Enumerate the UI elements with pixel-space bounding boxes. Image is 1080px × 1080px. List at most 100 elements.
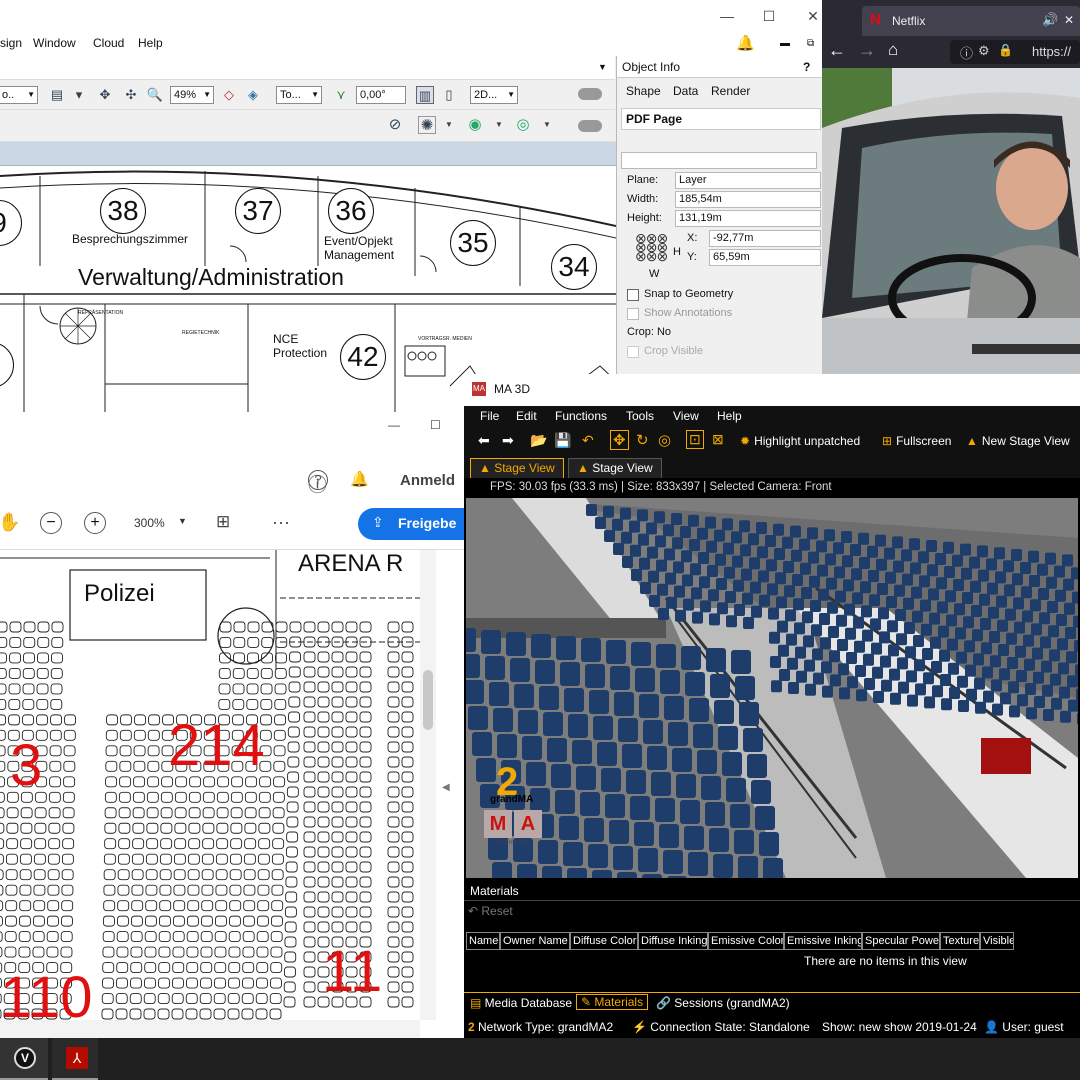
y-field[interactable]: 65,59m [709, 249, 821, 266]
class-field[interactable] [621, 132, 821, 152]
tab-media-database[interactable]: ▤ Media Database [470, 996, 572, 1010]
speaker-icon[interactable]: 🔊 [1042, 12, 1058, 28]
snap-checkbox[interactable] [627, 289, 639, 301]
fullscreen-button[interactable]: ⊞ Fullscreen [882, 434, 951, 448]
zoom-out-icon[interactable]: − [40, 512, 62, 534]
render-mode-icon[interactable]: ▥ [416, 86, 434, 104]
scroll-thumb[interactable] [423, 670, 433, 730]
projection-icon[interactable]: ▯ [440, 86, 458, 104]
tab-sessions[interactable]: 🔗 Sessions (grandMA2) [656, 996, 790, 1010]
help-icon[interactable]: ? [308, 470, 328, 490]
select-area-icon[interactable]: ⊠ [712, 431, 724, 448]
gear-icon[interactable]: ✺ [418, 116, 436, 134]
menu-tools[interactable]: Tools [626, 409, 654, 423]
close-button[interactable]: ✕ [802, 6, 822, 26]
grid-icon[interactable]: ◈ [244, 86, 262, 104]
url-bar[interactable]: ⓘ ⚙ 🔒 https:// [950, 40, 1080, 64]
menu-functions[interactable]: Functions [555, 409, 607, 423]
doc-minimize-icon[interactable]: ▬ [780, 38, 790, 49]
view-select[interactable]: 2D... ▼ [470, 86, 518, 104]
reference-point-icon[interactable]: ⊗⊗⊗ ⊗⊗⊗ ⊗⊗⊗ [635, 231, 671, 264]
page-fit-icon[interactable]: ⊞ [216, 512, 230, 532]
netflix-tab[interactable]: N Netflix 🔊 ✕ [862, 6, 1080, 36]
chevron-down-icon[interactable]: ▼ [490, 116, 508, 134]
pdf-page[interactable]: Polizei ARENA R 214 3 110 11 [0, 550, 420, 1020]
globe-icon[interactable]: ◉ [466, 116, 484, 134]
back-icon[interactable]: ← [828, 40, 846, 61]
minimize-button[interactable]: — [716, 6, 738, 26]
permissions-icon[interactable]: ⚙ [978, 43, 990, 59]
target-icon[interactable]: ◎ [658, 431, 671, 449]
menu-help[interactable]: Help [138, 36, 163, 50]
to-select[interactable]: To... ▼ [276, 86, 322, 104]
height-field[interactable]: 131,19m [675, 210, 821, 227]
angle-icon[interactable]: ⋎ [332, 86, 350, 104]
angle-field[interactable]: 0,00° [356, 86, 406, 104]
column-header[interactable]: Emissive Color [708, 932, 784, 950]
tab-render[interactable]: Render [711, 84, 750, 98]
doc-restore-icon[interactable]: ⧉ [807, 38, 814, 49]
column-header[interactable]: Texture [940, 932, 980, 950]
zoom-select[interactable]: 49% ▼ [170, 86, 214, 104]
zoom-level[interactable]: 300% [134, 516, 165, 530]
menu-edit[interactable]: Edit [516, 409, 537, 423]
sign-in-link[interactable]: Anmeld [400, 472, 455, 489]
reset-button[interactable]: ↶ Reset [468, 904, 513, 918]
column-header[interactable]: Name [466, 932, 500, 950]
maximize-button[interactable]: ☐ [758, 6, 780, 26]
layer-field[interactable] [621, 152, 817, 169]
chevron-down-icon[interactable]: ▾ [70, 86, 88, 104]
annotations-checkbox[interactable] [627, 308, 639, 320]
crop-visible-checkbox[interactable] [627, 346, 639, 358]
chevron-down-icon[interactable]: ▼ [598, 62, 607, 72]
forward-icon[interactable]: → [858, 40, 876, 61]
taskbar-acrobat[interactable]: ⅄ [52, 1038, 98, 1080]
more-icon[interactable]: ··· [272, 512, 290, 533]
video-frame[interactable] [822, 68, 1080, 374]
width-field[interactable]: 185,54m [675, 191, 821, 208]
plane-field[interactable]: Layer [675, 172, 821, 189]
hand-tool-icon[interactable]: ✋ [0, 512, 20, 533]
chevron-down-icon[interactable]: ▼ [538, 116, 556, 134]
horizontal-scrollbar[interactable] [0, 1020, 420, 1038]
tab-shape[interactable]: Shape [626, 84, 661, 98]
column-header[interactable]: Owner Name [500, 932, 570, 950]
move-icon[interactable]: ✥ [610, 430, 629, 450]
zoom-in-icon[interactable]: + [84, 512, 106, 534]
x-field[interactable]: -92,77m [709, 230, 821, 247]
menu-design[interactable]: sign [0, 36, 22, 50]
tab-stage-view-1[interactable]: ▲ Stage View [470, 458, 564, 478]
zoom-icon[interactable]: 🔍 [146, 86, 164, 104]
page-icon[interactable]: ◇ [220, 86, 238, 104]
new-stage-view-button[interactable]: ▲ New Stage View [966, 434, 1070, 448]
chevron-down-icon[interactable]: ▼ [178, 516, 187, 526]
select-icon[interactable]: ⊡ [686, 430, 704, 449]
menu-file[interactable]: File [480, 409, 499, 423]
menu-view[interactable]: View [673, 409, 699, 423]
undo-icon[interactable]: ↶ [582, 432, 594, 449]
layer-icon[interactable]: ▤ [48, 86, 66, 104]
tab-stage-view-2[interactable]: ▲ Stage View [568, 458, 662, 478]
menu-cloud[interactable]: Cloud [93, 36, 124, 50]
column-header[interactable]: Visible [980, 932, 1014, 950]
collapse-panel-icon[interactable]: ◀ [442, 782, 450, 793]
back-icon[interactable]: ⬅ [478, 432, 490, 449]
highlight-unpatched-button[interactable]: ✹ Highlight unpatched [740, 434, 860, 448]
rotate-icon[interactable]: ↻ [636, 431, 649, 449]
column-header[interactable]: Emissive Inking [784, 932, 862, 950]
stage-3d-viewport[interactable]: 2 grandMA M A LIGHTING [466, 498, 1078, 878]
info-icon[interactable]: ⓘ [960, 43, 973, 62]
pan-icon[interactable]: ✥ [96, 86, 114, 104]
open-icon[interactable]: 📂 [530, 432, 547, 449]
share-button[interactable]: ⇪ Freigebe [358, 508, 464, 540]
tab-data[interactable]: Data [673, 84, 698, 98]
flyover-icon[interactable]: ✣ [122, 86, 140, 104]
render-icon[interactable]: ◎ [514, 116, 532, 134]
maximize-button[interactable]: ☐ [430, 418, 441, 432]
save-icon[interactable]: 💾 [554, 432, 571, 449]
bell-icon[interactable]: 🔔 [350, 470, 369, 488]
toggle-icon[interactable] [578, 88, 602, 100]
column-header[interactable]: Specular Power [862, 932, 940, 950]
class-select[interactable]: o.. ▼ [0, 86, 38, 104]
column-header[interactable]: Diffuse Inking [638, 932, 708, 950]
